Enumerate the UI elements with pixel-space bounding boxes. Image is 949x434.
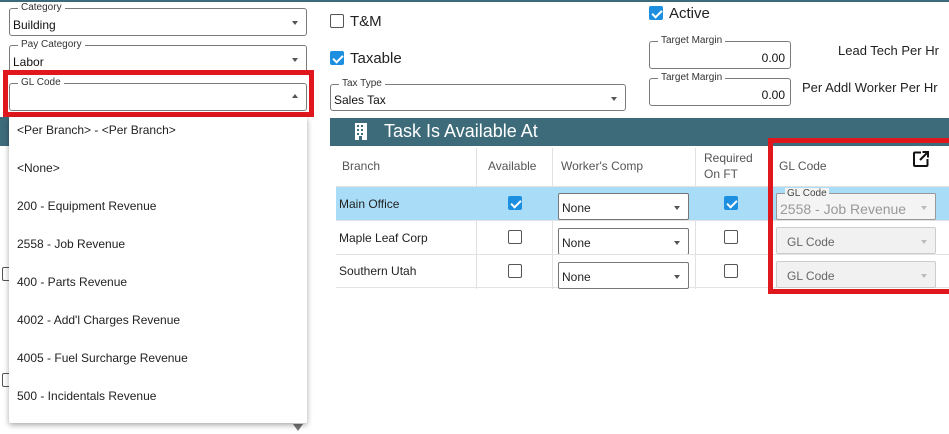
category-value: Building [13,18,56,32]
scroll-down-arrow-icon[interactable] [293,424,303,431]
chevron-down-icon [611,96,617,101]
available-checkbox[interactable] [508,264,522,278]
section-title: Task Is Available At [384,121,538,141]
tm-label: T&M [350,13,382,30]
target-margin-value: 0.00 [761,51,785,65]
tm-checkbox[interactable] [330,14,344,28]
chevron-down-icon [674,274,680,279]
workers-comp-select[interactable]: None [558,228,689,255]
branch-name: Southern Utah [339,264,417,278]
taxable-checkbox[interactable] [330,51,344,65]
dropdown-option[interactable]: <Per Branch> - <Per Branch> [17,123,176,137]
pay-category-value: Labor [13,55,44,69]
workers-comp-value: None [562,201,591,215]
chevron-down-icon [674,205,680,210]
dropdown-option[interactable]: 4005 - Fuel Surcharge Revenue [17,351,188,365]
highlight-gl-code-column [768,138,949,294]
target-margin-label: Target Margin [658,35,726,47]
category-select[interactable]: Category Building [9,2,307,36]
chevron-down-icon [292,58,298,62]
target-margin-addl-input[interactable]: Target Margin 0.00 [649,72,791,106]
dropdown-option[interactable]: 4002 - Add'l Charges Revenue [17,313,180,327]
required-checkbox[interactable] [724,230,738,244]
section-header-left-edge [0,117,9,146]
building-icon [355,123,367,140]
available-checkbox[interactable] [508,196,522,210]
branch-name: Main Office [339,197,400,211]
available-checkbox[interactable] [508,230,522,244]
branch-name: Maple Leaf Corp [339,231,428,245]
dropdown-option[interactable]: 2558 - Job Revenue [17,237,125,251]
required-checkbox[interactable] [724,264,738,278]
category-label: Category [18,2,65,14]
pay-category-label: Pay Category [18,39,85,51]
addl-worker-label: Per Addl Worker Per Hr [802,80,938,95]
target-margin-input[interactable]: Target Margin 0.00 [649,35,791,69]
tax-type-value: Sales Tax [334,93,386,107]
active-label: Active [669,5,710,22]
taxable-label: Taxable [350,50,402,67]
dropdown-option[interactable]: 400 - Parts Revenue [17,275,127,289]
target-margin-value: 0.00 [761,88,785,102]
workers-comp-value: None [562,236,591,250]
task-edit-screen: Category Building Pay Category Labor GL … [0,0,949,434]
lead-tech-label: Lead Tech Per Hr [838,43,939,58]
gl-code-dropdown-list: <Per Branch> - <Per Branch> <None> 200 -… [9,117,307,423]
pay-category-select[interactable]: Pay Category Labor [9,39,307,73]
chevron-down-icon [674,240,680,245]
workers-comp-select[interactable]: None [558,262,689,289]
top-border [0,0,949,2]
target-margin-label: Target Margin [658,72,726,84]
workers-comp-value: None [562,270,591,284]
workers-comp-select[interactable]: None [558,193,689,220]
tax-type-label: Tax Type [339,78,385,90]
highlight-gl-code-field [3,70,314,117]
active-checkbox[interactable] [649,6,663,20]
dropdown-option[interactable]: <None> [17,161,60,175]
chevron-down-icon [292,21,298,25]
dropdown-option[interactable]: 200 - Equipment Revenue [17,199,156,213]
dropdown-option[interactable]: 500 - Incidentals Revenue [17,389,156,403]
required-checkbox[interactable] [724,196,738,210]
tax-type-select[interactable]: Tax Type Sales Tax [330,78,626,111]
